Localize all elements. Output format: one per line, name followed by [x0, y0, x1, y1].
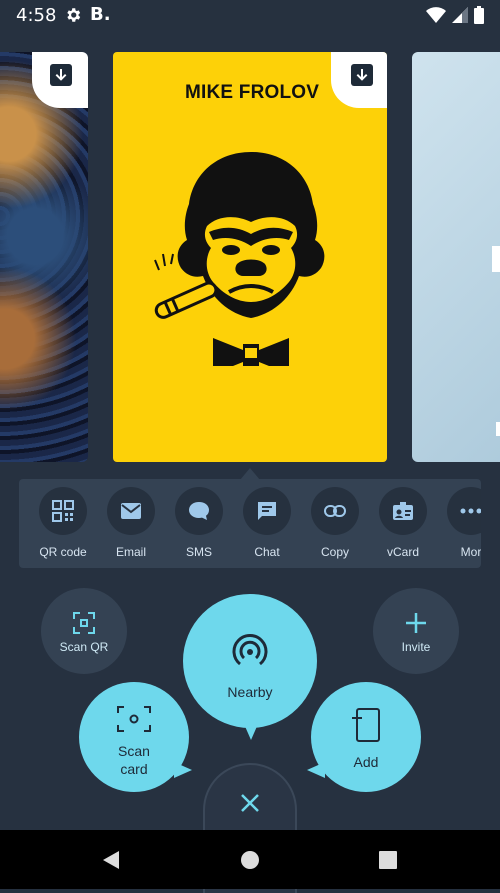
share-more[interactable]: Mor — [441, 487, 481, 559]
close-icon — [241, 794, 259, 812]
card-decoration — [492, 246, 500, 272]
share-qr-code[interactable]: QR code — [33, 487, 93, 559]
share-vcard-circle — [379, 487, 427, 535]
scan-card-bubble-tail — [174, 762, 192, 778]
app-notification-badge: B. — [90, 4, 111, 25]
add-card-icon — [352, 708, 380, 742]
invite-button[interactable]: Invite — [373, 588, 459, 674]
recents-icon[interactable] — [378, 850, 398, 870]
add-button[interactable]: Add — [311, 682, 421, 792]
download-icon[interactable] — [351, 64, 373, 86]
qr-code-icon — [52, 500, 74, 522]
status-time: 4:58 — [16, 5, 57, 26]
share-email-label: Email — [115, 545, 146, 559]
share-qr-code-label: QR code — [39, 545, 87, 559]
business-card-current[interactable]: MIKE FROLOV — [113, 52, 387, 462]
share-vcard[interactable]: vCard — [373, 487, 433, 559]
card-holder-name: MIKE FROLOV — [185, 82, 320, 103]
sms-icon — [189, 502, 209, 520]
download-icon[interactable] — [50, 64, 72, 86]
link-icon — [324, 505, 346, 517]
gorilla-logo — [154, 152, 325, 366]
cell-signal-icon — [452, 7, 468, 23]
share-sms-circle — [175, 487, 223, 535]
share-sms[interactable]: SMS — [169, 487, 229, 559]
share-more-label: Mor — [460, 545, 481, 559]
wifi-icon — [426, 7, 446, 23]
scan-card-label-line2: card — [120, 761, 148, 777]
share-copy-label: Copy — [320, 545, 349, 559]
nearby-bubble-tail — [244, 724, 258, 740]
scan-qr-button[interactable]: Scan QR — [41, 588, 127, 674]
status-icons — [426, 6, 484, 24]
share-chat-label: Chat — [254, 545, 280, 559]
nearby-signal-icon — [232, 634, 268, 666]
share-qr-code-circle — [39, 487, 87, 535]
share-more-circle — [447, 487, 481, 535]
scan-card-label-line1: Scan — [118, 743, 150, 759]
nearby-label: Nearby — [227, 684, 273, 700]
scan-qr-label: Scan QR — [59, 640, 109, 654]
share-chat[interactable]: Chat — [237, 487, 297, 559]
battery-icon — [474, 6, 484, 24]
share-copy[interactable]: Copy — [305, 487, 365, 559]
business-card-previous[interactable] — [0, 52, 88, 462]
status-bar: 4:58 B. — [0, 0, 500, 30]
system-navigation-bar — [0, 830, 500, 889]
scan-card-label: Scan card — [79, 742, 189, 778]
add-label: Add — [353, 754, 379, 770]
business-card-next[interactable] — [412, 52, 500, 462]
email-icon — [121, 503, 141, 519]
scan-card-icon — [117, 706, 151, 732]
scan-qr-icon — [73, 612, 95, 634]
invite-label: Invite — [401, 640, 431, 654]
chat-icon — [258, 502, 276, 520]
share-chat-circle — [243, 487, 291, 535]
nearby-button[interactable]: Nearby — [183, 594, 317, 728]
share-options-panel: QR code Email SMS Chat Copy vCard Mor — [19, 479, 481, 568]
share-email-circle — [107, 487, 155, 535]
settings-gear-icon — [67, 8, 81, 22]
share-vcard-label: vCard — [386, 545, 419, 559]
more-icon — [460, 508, 481, 514]
scan-card-button[interactable]: Scan card — [79, 682, 189, 792]
home-icon[interactable] — [240, 850, 260, 870]
back-icon[interactable] — [101, 850, 121, 870]
share-email[interactable]: Email — [101, 487, 161, 559]
add-bubble-tail — [307, 762, 325, 778]
vcard-icon — [393, 502, 413, 520]
share-sms-label: SMS — [185, 545, 212, 559]
card-decoration — [496, 422, 500, 436]
share-copy-circle — [311, 487, 359, 535]
plus-icon — [406, 613, 426, 633]
